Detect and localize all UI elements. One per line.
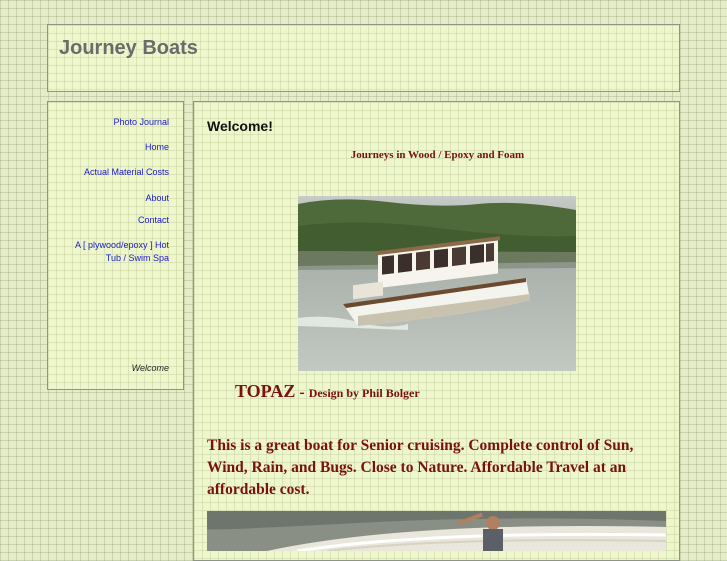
boat-designer: Design by Phil Bolger bbox=[308, 386, 420, 400]
boat-separator: - bbox=[295, 384, 309, 401]
tagline: Journeys in Wood / Epoxy and Foam bbox=[350, 149, 525, 161]
main-content: Welcome! Journeys in Wood / Epoxy and Fo… bbox=[193, 101, 680, 561]
sidebar-item-photo-journal[interactable]: Photo Journal bbox=[59, 116, 169, 129]
site-title: Journey Boats bbox=[59, 37, 198, 59]
page-title: Welcome! bbox=[207, 118, 273, 134]
boat-name: TOPAZ bbox=[235, 381, 296, 401]
sidebar-item-welcome: Welcome bbox=[131, 363, 169, 373]
sidebar-nav: Photo Journal Home Actual Material Costs… bbox=[47, 101, 184, 390]
sidebar-item-home[interactable]: Home bbox=[59, 141, 169, 154]
boat-interior-photo bbox=[207, 511, 666, 551]
sidebar-item-about[interactable]: About bbox=[59, 192, 169, 205]
site-header: Journey Boats bbox=[47, 24, 680, 92]
boat-photo bbox=[298, 196, 576, 371]
boat-description: This is a great boat for Senior cruising… bbox=[207, 437, 634, 498]
boat-caption: TOPAZ - Design by Phil Bolger bbox=[235, 381, 420, 402]
sidebar-item-contact[interactable]: Contact bbox=[59, 214, 169, 227]
sidebar-item-actual-material-costs[interactable]: Actual Material Costs bbox=[59, 166, 169, 179]
sidebar-item-hot-tub-swim-spa[interactable]: A [ plywood/epoxy ] Hot Tub / Swim Spa bbox=[64, 239, 169, 265]
